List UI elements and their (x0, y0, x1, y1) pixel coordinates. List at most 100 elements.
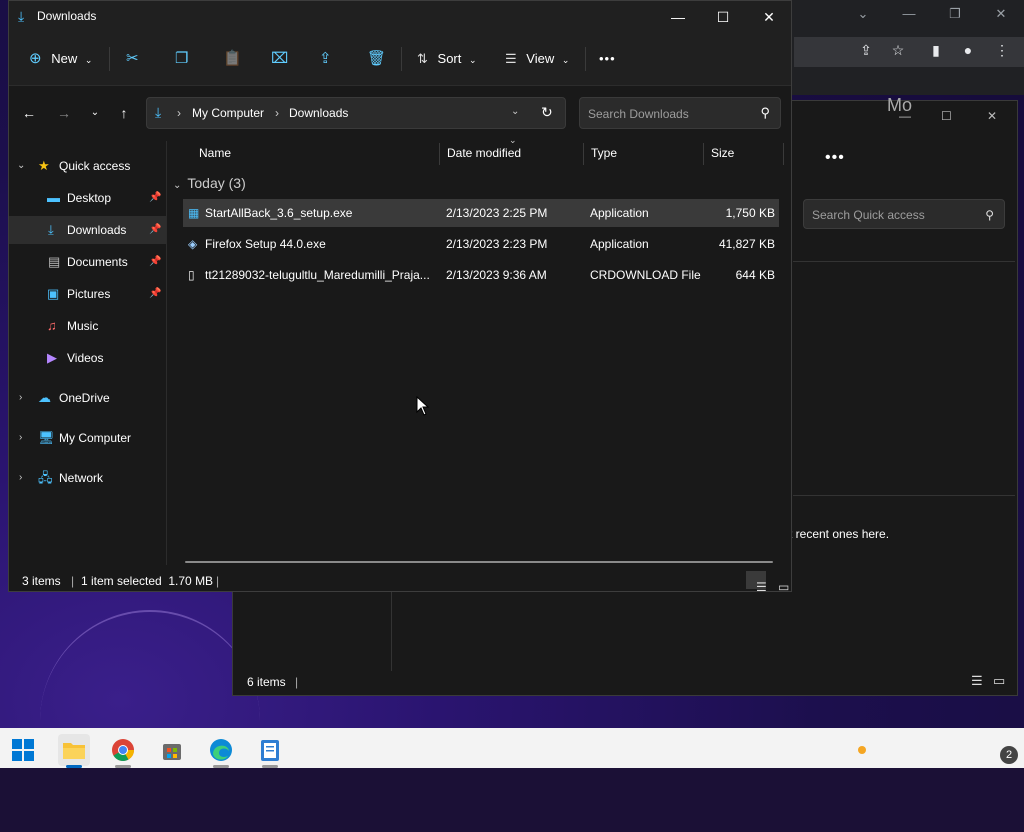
sidebar-item-onedrive[interactable]: › ☁ OneDrive (9, 384, 166, 412)
pin-icon[interactable]: 📌 (149, 248, 161, 276)
column-header-size[interactable]: Size (711, 141, 734, 165)
chevron-right-icon[interactable]: › (19, 384, 22, 412)
sidebar-item-label: Documents (67, 255, 128, 269)
share-icon: ⇪ (319, 50, 332, 67)
more-options-button[interactable]: ••• (825, 149, 845, 167)
sidebar-item-quick-access[interactable]: ⌄ ★ Quick access (9, 152, 166, 180)
minimize-icon[interactable]: — (894, 6, 924, 24)
start-button[interactable] (7, 734, 39, 766)
profile-icon[interactable]: ● (958, 42, 978, 62)
cloud-icon: ☁ (38, 390, 51, 405)
arrow-up-icon: ↑ (120, 105, 128, 121)
address-dropdown-button[interactable]: ⌄ (511, 106, 519, 117)
horizontal-scrollbar[interactable] (185, 561, 773, 563)
toolbar-divider (401, 47, 402, 71)
search-icon: ⚲ (985, 208, 994, 222)
column-header-type[interactable]: Type (591, 141, 617, 165)
restore-icon[interactable]: ❐ (940, 6, 970, 24)
breadcrumb-downloads[interactable]: Downloads (289, 106, 348, 120)
view-button[interactable]: ☰ View ⌄ (505, 47, 569, 71)
column-header-name[interactable]: Name (199, 141, 231, 165)
details-view-icon[interactable]: ☰ (971, 673, 983, 689)
view-icon: ☰ (505, 51, 517, 66)
notification-badge[interactable]: 2 (1000, 746, 1018, 764)
file-row[interactable]: ◈ Firefox Setup 44.0.exe 2/13/2023 2:23 … (183, 230, 779, 258)
address-bar[interactable]: ⤓ › My Computer › Downloads ⌄ ↻ (146, 97, 566, 129)
chevron-down-icon[interactable]: ⌄ (848, 6, 878, 24)
chevron-right-icon[interactable]: › (19, 424, 22, 452)
recent-locations-button[interactable]: ⌄ (83, 101, 107, 125)
file-date: 2/13/2023 9:36 AM (446, 268, 547, 282)
sidebar-item-videos[interactable]: ▶ Videos (9, 344, 166, 372)
file-name: Firefox Setup 44.0.exe (205, 237, 326, 251)
sidepanel-icon[interactable]: ▮ (926, 42, 946, 62)
more-options-button[interactable]: ••• (599, 47, 616, 71)
maximize-icon[interactable]: ☐ (941, 109, 952, 123)
tiles-view-icon[interactable]: ▭ (993, 673, 1005, 689)
search-input[interactable] (580, 98, 750, 130)
chevron-right-icon[interactable]: › (19, 464, 22, 492)
file-explorer-taskbar-button[interactable] (58, 734, 90, 766)
close-button[interactable]: ✕ (749, 5, 789, 29)
pin-icon[interactable]: 📌 (149, 280, 161, 308)
search-icon[interactable]: ⚲ (760, 105, 770, 121)
column-divider[interactable] (703, 143, 704, 165)
file-row[interactable]: ▯ tt21289032-telugultlu_Maredumilli_Praj… (183, 261, 779, 289)
pin-icon[interactable]: 📌 (149, 184, 161, 212)
sidebar-item-pictures[interactable]: ▣ Pictures 📌 (9, 280, 166, 308)
sidebar-item-network[interactable]: › 🖧 Network (9, 464, 166, 492)
tray-status-icon[interactable] (858, 746, 866, 754)
minimize-button[interactable]: — (658, 5, 698, 29)
sidebar-item-documents[interactable]: ▤ Documents 📌 (9, 248, 166, 276)
refresh-button[interactable]: ↻ (541, 104, 553, 121)
notepad-taskbar-button[interactable] (254, 734, 286, 766)
group-header-today[interactable]: ⌄ Today (3) (173, 175, 246, 191)
column-divider[interactable] (783, 143, 784, 165)
close-icon[interactable]: ✕ (987, 109, 997, 123)
search-quick-access-input[interactable]: Search Quick access ⚲ (803, 199, 1005, 229)
menu-icon[interactable]: ⋮ (992, 42, 1012, 62)
title-bar[interactable]: ⤓ Downloads — ☐ ✕ (9, 1, 791, 33)
cut-button[interactable]: ✂ (126, 47, 139, 71)
sidebar-item-music[interactable]: ♫ Music (9, 312, 166, 340)
breadcrumb-my-computer[interactable]: My Computer (192, 106, 264, 120)
chrome-taskbar-button[interactable] (107, 734, 139, 766)
copy-button[interactable]: ❐ (175, 47, 188, 71)
file-row[interactable]: ▦ StartAllBack_3.6_setup.exe 2/13/2023 2… (183, 199, 779, 227)
edge-taskbar-button[interactable] (205, 734, 237, 766)
close-icon[interactable]: ✕ (986, 6, 1016, 24)
notepad-icon (261, 740, 279, 761)
chevron-down-icon[interactable]: ⌄ (17, 152, 25, 180)
details-view-button[interactable]: ☰ (746, 571, 767, 594)
sidebar-item-label: Desktop (67, 191, 112, 205)
delete-button[interactable]: 🗑 (367, 47, 386, 71)
chevron-down-icon: ⌄ (469, 55, 477, 65)
sidebar-item-desktop[interactable]: ▬ Desktop 📌 (9, 184, 166, 212)
search-box[interactable]: ⚲ (579, 97, 781, 130)
share-icon[interactable]: ⇪ (856, 42, 876, 62)
sidebar-item-label: Pictures (67, 287, 111, 301)
pin-icon[interactable]: 📌 (149, 216, 161, 244)
share-button[interactable]: ⇪ (319, 47, 332, 71)
sidebar-item-downloads[interactable]: ⤓ Downloads 📌 (9, 216, 166, 244)
trash-icon: 🗑 (367, 50, 387, 67)
paste-button[interactable]: 📋 (223, 47, 242, 71)
sidebar-item-my-computer[interactable]: › 🖥 My Computer (9, 424, 166, 452)
forward-button[interactable]: → (52, 101, 76, 125)
column-divider[interactable] (439, 143, 440, 165)
back-button[interactable]: ← (17, 101, 41, 125)
status-separator: | (216, 574, 220, 588)
maximize-button[interactable]: ☐ (703, 5, 743, 29)
up-button[interactable]: ↑ (112, 101, 136, 125)
sort-button[interactable]: ⇅ Sort ⌄ (417, 47, 477, 71)
window-title: Downloads (37, 9, 97, 23)
tiles-view-button[interactable]: ▭ (768, 571, 789, 594)
address-bar[interactable] (794, 37, 1024, 67)
new-button[interactable]: ⊕ New ⌄ (29, 47, 92, 71)
store-taskbar-button[interactable] (156, 734, 188, 766)
sort-indicator-icon: ⌄ (509, 135, 517, 145)
rename-button[interactable]: ⌧ (271, 47, 288, 71)
mouse-cursor-icon (416, 396, 430, 416)
column-divider[interactable] (583, 143, 584, 165)
star-icon[interactable]: ☆ (888, 42, 908, 62)
